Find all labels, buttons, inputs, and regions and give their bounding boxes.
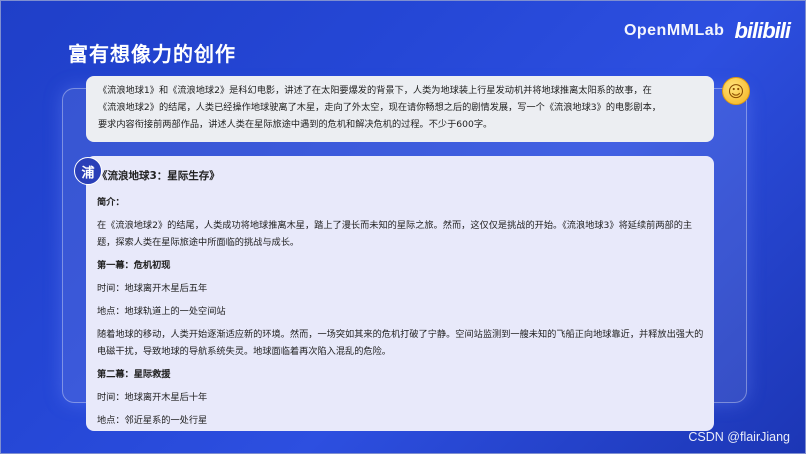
intro-heading: 简介： [97,197,125,208]
act1-time: 时间：地球离开木星后五年 [97,283,208,294]
act1-text: 随着地球的移动，人类开始逐渐适应新的环境。然而，一场突如其来的危机打破了宁静。空… [97,329,704,357]
assistant-answer-bubble: 《流浪地球3：星际生存》 简介： 在《流浪地球2》的结尾，人类成功将地球推离木星… [86,156,714,431]
act2-heading: 第二幕：星际救援 [97,369,171,380]
act2-place: 地点：邻近星系的一处行星 [97,415,208,426]
act1-heading: 第一幕：危机初现 [97,260,171,271]
prompt-line: 《流浪地球1》和《流浪地球2》是科幻电影，讲述了在太阳要爆发的背景下，人类为地球… [98,85,652,96]
slide-title: 富有想像力的创作 [68,42,236,66]
assistant-avatar: 浦 [74,157,102,185]
intro-text: 在《流浪地球2》的结尾，人类成功将地球推离木星，踏上了漫长而未知的星际之旅。然而… [97,220,693,248]
answer-title: 《流浪地球3：星际生存》 [97,170,220,182]
act2-time: 时间：地球离开木星后十年 [97,392,208,403]
bilibili-logo: bilibili [734,18,791,43]
user-prompt-bubble: 《流浪地球1》和《流浪地球2》是科幻电影，讲述了在太阳要爆发的背景下，人类为地球… [86,76,714,142]
brand-header: OpenMMLab bilibili [623,18,791,44]
act1-place: 地点：地球轨道上的一处空间站 [97,306,226,317]
smiley-face-icon: ☺ [722,77,750,105]
prompt-line: 《流浪地球2》的结尾，人类已经操作地球驶离了木星，走向了外太空，现在请你畅想之后… [98,102,661,113]
watermark: CSDN @flairJiang [688,430,790,444]
openmmlab-logo-text: OpenMMLab [623,22,725,39]
prompt-line: 要求内容衔接前两部作品，讲述人类在星际旅途中遇到的危机和解决危机的过程。不少于6… [98,119,493,130]
